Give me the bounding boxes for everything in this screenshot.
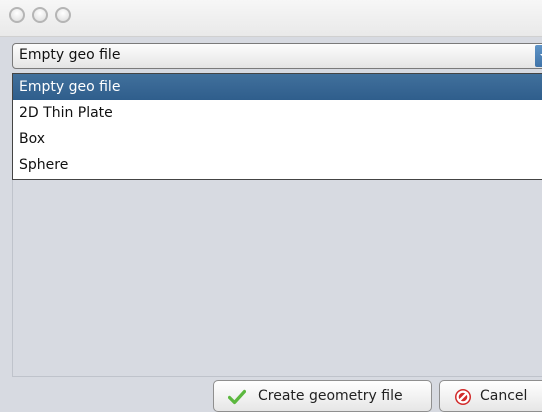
- dropdown-option-empty-geo-file[interactable]: Empty geo file: [13, 74, 542, 100]
- checkmark-icon: [227, 389, 247, 405]
- dropdown-arrow-button[interactable]: [535, 45, 542, 67]
- cancel-button-label: Cancel: [480, 388, 528, 404]
- dropdown-option-sphere[interactable]: Sphere: [13, 152, 542, 178]
- window-titlebar: [0, 0, 542, 37]
- zoom-window-button[interactable]: [55, 7, 71, 23]
- dialog-content-area: [12, 180, 542, 377]
- dropdown-options-list: Empty geo file 2D Thin Plate Box Sphere: [12, 73, 542, 180]
- dropdown-option-2d-thin-plate[interactable]: 2D Thin Plate: [13, 100, 542, 126]
- create-geometry-file-button[interactable]: Create geometry file: [213, 380, 432, 412]
- dropdown-selected-value: Empty geo file: [19, 47, 121, 63]
- create-button-label: Create geometry file: [258, 388, 403, 404]
- prohibited-icon: [454, 388, 472, 405]
- cancel-button[interactable]: Cancel: [439, 380, 542, 412]
- minimize-window-button[interactable]: [32, 7, 48, 23]
- dropdown-option-box[interactable]: Box: [13, 126, 542, 152]
- geometry-template-dropdown[interactable]: Empty geo file: [12, 43, 542, 69]
- close-window-button[interactable]: [9, 7, 25, 23]
